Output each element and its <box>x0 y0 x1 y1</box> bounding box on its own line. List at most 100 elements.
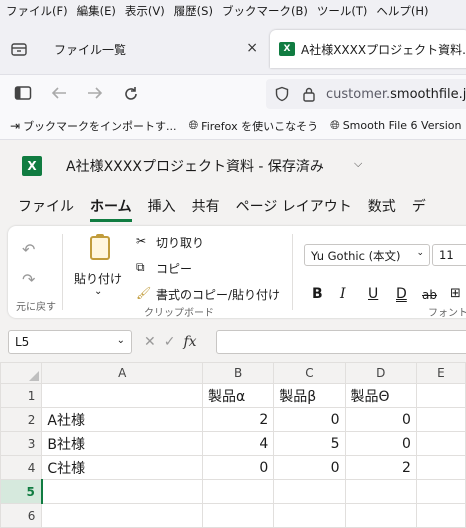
check-icon[interactable]: ✓ <box>164 334 176 350</box>
cell-b6[interactable] <box>201 503 275 528</box>
tab-data[interactable]: デ <box>412 196 426 222</box>
url-bar[interactable]: customer.smoothfile.jp <box>266 79 466 109</box>
paste-button[interactable]: 貼り付け <box>74 270 122 287</box>
tab-formulas[interactable]: 数式 <box>368 196 396 222</box>
menu-bookmarks[interactable]: ブックマーク(B) <box>222 3 308 19</box>
bold-button[interactable]: B <box>312 286 323 302</box>
cut-button[interactable]: 切り取り <box>156 234 204 251</box>
row-header-selected[interactable]: 5 <box>0 479 43 504</box>
cell-c3[interactable]: 5 <box>273 431 346 456</box>
tab-active-workbook[interactable]: X A社様XXXXプロジェクト資料.xlsx <box>270 30 466 68</box>
cell-a6[interactable] <box>41 503 203 528</box>
chevron-down-icon[interactable]: ⌵ <box>354 157 362 171</box>
column-header-b[interactable]: B <box>201 362 275 384</box>
cell-e1[interactable] <box>415 383 466 408</box>
menu-tools[interactable]: ツール(T) <box>317 3 368 19</box>
cell-d2[interactable]: 0 <box>344 407 417 432</box>
reload-icon[interactable] <box>122 85 140 103</box>
row-header[interactable]: 1 <box>0 383 43 408</box>
back-arrow-icon[interactable] <box>50 85 68 101</box>
forward-arrow-icon[interactable] <box>86 85 104 101</box>
border-icon[interactable]: ⊞ <box>450 286 461 301</box>
cell-a1[interactable] <box>41 383 203 408</box>
excel-logo-icon[interactable]: X <box>22 156 42 176</box>
workbook-title[interactable]: A社様XXXXプロジェクト資料 - 保存済み <box>66 156 324 176</box>
tab-page-layout[interactable]: ページ レイアウト <box>236 196 352 222</box>
cell-a3[interactable]: B社様 <box>41 431 203 456</box>
underline-button[interactable]: U <box>368 286 378 302</box>
cell-b2[interactable]: 2 <box>201 407 275 432</box>
format-painter-icon[interactable]: 🖌︎ <box>136 286 151 300</box>
menu-history[interactable]: 履歴(S) <box>174 3 213 19</box>
italic-button[interactable]: I <box>340 286 346 302</box>
clipboard-group-label: クリップボード <box>144 308 214 319</box>
lock-icon[interactable] <box>302 86 316 102</box>
cell-d5[interactable] <box>344 479 417 504</box>
formula-input[interactable] <box>216 330 466 354</box>
cell-c5[interactable] <box>273 479 346 504</box>
cell-d1[interactable]: 製品Θ <box>344 383 417 408</box>
strikethrough-button[interactable]: ab <box>422 288 437 302</box>
tab-list-icon[interactable] <box>10 40 28 58</box>
menu-view[interactable]: 表示(V) <box>125 3 165 19</box>
cell-e3[interactable] <box>415 431 466 456</box>
tab-file[interactable]: ファイル <box>18 196 74 222</box>
function-icon[interactable]: fx <box>183 334 196 350</box>
tab-home[interactable]: ホーム <box>90 196 132 222</box>
row-header[interactable]: 3 <box>0 431 43 456</box>
cell-c1[interactable]: 製品β <box>273 383 346 408</box>
undo-icon[interactable]: ↶ <box>22 240 35 259</box>
font-name-select[interactable]: Yu Gothic (本文) ⌄ <box>304 244 430 266</box>
cell-a4[interactable]: C社様 <box>41 455 203 480</box>
menu-edit[interactable]: 編集(E) <box>77 3 116 19</box>
cell-e2[interactable] <box>415 407 466 432</box>
sidebar-icon[interactable] <box>14 85 32 101</box>
cell-c2[interactable]: 0 <box>273 407 346 432</box>
bookmark-firefox[interactable]: 🌐︎ Firefox を使いこなそう <box>189 118 319 134</box>
row-header[interactable]: 2 <box>0 407 43 432</box>
cell-a2[interactable]: A社様 <box>41 407 203 432</box>
menu-help[interactable]: ヘルプ(H) <box>376 3 428 19</box>
close-tab-icon[interactable]: × <box>246 40 258 56</box>
tab-file-list[interactable]: ファイル一覧 × <box>44 34 268 64</box>
cell-c6[interactable] <box>273 503 346 528</box>
scissors-icon[interactable]: ✂ <box>136 234 146 248</box>
chevron-down-icon[interactable]: ⌄ <box>94 286 102 297</box>
cell-a5[interactable] <box>41 479 203 504</box>
column-header-c[interactable]: C <box>273 362 346 384</box>
tab-insert[interactable]: 挿入 <box>148 196 176 222</box>
format-painter-button[interactable]: 書式のコピー/貼り付け <box>156 286 280 303</box>
cell-e6[interactable] <box>415 503 466 528</box>
cell-d4[interactable]: 2 <box>344 455 417 480</box>
row-header[interactable]: 6 <box>0 503 43 528</box>
menu-file[interactable]: ファイル(F) <box>6 3 68 19</box>
cell-b3[interactable]: 4 <box>201 431 275 456</box>
column-header-a[interactable]: A <box>41 362 203 384</box>
cell-e4[interactable] <box>415 455 466 480</box>
copy-button[interactable]: コピー <box>156 260 192 277</box>
ribbon-tabs: ファイル ホーム 挿入 共有 ページ レイアウト 数式 デ <box>0 190 466 222</box>
bookmark-import[interactable]: ⇥ ブックマークをインポートす... <box>10 118 177 134</box>
cell-b1[interactable]: 製品α <box>201 383 275 408</box>
font-size-select[interactable]: 11 <box>432 244 466 266</box>
cancel-icon[interactable]: ✕ <box>144 334 156 350</box>
name-box[interactable]: L5 ⌄ <box>8 330 132 354</box>
bookmark-smoothfile[interactable]: 🌐︎ Smooth File 6 Version ... <box>330 118 466 133</box>
cell-b5[interactable] <box>201 479 275 504</box>
cell-b4[interactable]: 0 <box>201 455 275 480</box>
select-all-corner[interactable] <box>0 362 43 384</box>
row-header[interactable]: 4 <box>0 455 43 480</box>
redo-icon[interactable]: ↷ <box>22 270 35 289</box>
column-header-d[interactable]: D <box>344 362 417 384</box>
cell-d6[interactable] <box>344 503 417 528</box>
cell-e5[interactable] <box>415 479 466 504</box>
cell-d3[interactable]: 0 <box>344 431 417 456</box>
paste-icon[interactable] <box>90 234 110 260</box>
shield-icon[interactable] <box>274 86 290 102</box>
cell-c4[interactable]: 0 <box>273 455 346 480</box>
copy-icon[interactable]: ⧉ <box>136 260 145 275</box>
column-header-e[interactable]: E <box>415 362 466 384</box>
double-underline-button[interactable]: D <box>396 286 407 302</box>
table-row: 3 B社様 4 5 0 <box>0 431 466 456</box>
tab-share[interactable]: 共有 <box>192 196 220 222</box>
